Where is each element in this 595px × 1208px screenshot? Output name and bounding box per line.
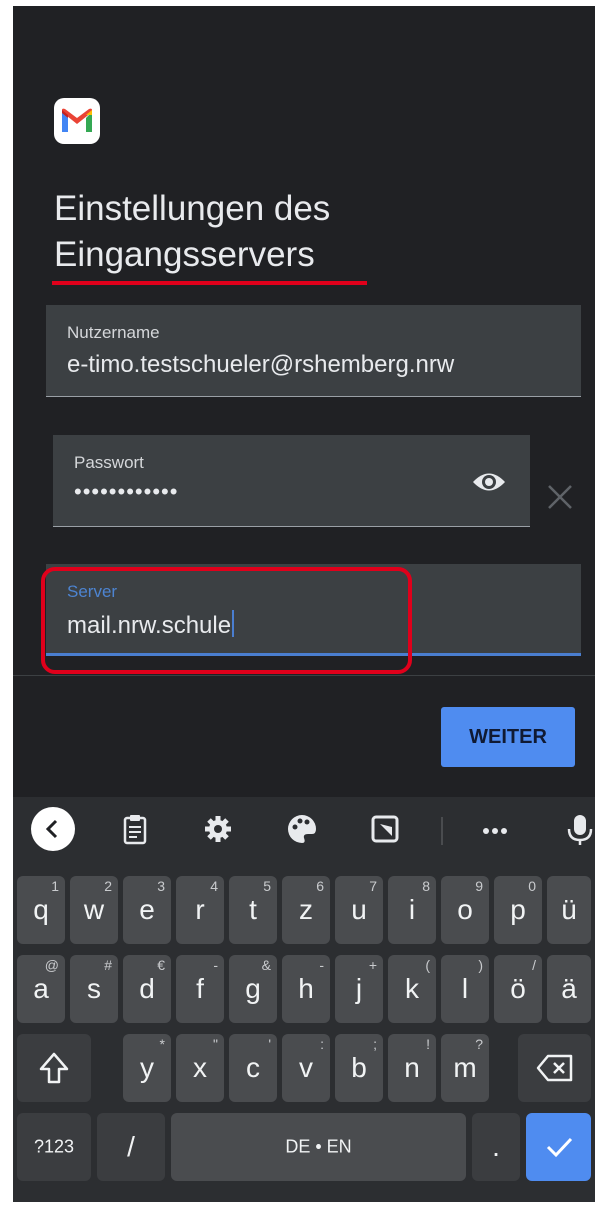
- key-u[interactable]: 7u: [335, 876, 383, 944]
- clear-close-icon[interactable]: [545, 482, 575, 517]
- checkmark-icon: [546, 1137, 573, 1158]
- key-x[interactable]: " x: [176, 1034, 224, 1102]
- next-button[interactable]: WEITER: [441, 707, 575, 767]
- key-v[interactable]: :v: [282, 1034, 330, 1102]
- page-title-line1: Einstellungen des: [54, 189, 331, 228]
- space-key[interactable]: DE • EN: [171, 1113, 466, 1181]
- back-arrow-icon[interactable]: [31, 807, 75, 851]
- page-title-line2: Eingangsservers: [54, 235, 315, 274]
- content-divider: [13, 675, 595, 676]
- key-i[interactable]: 8i: [388, 876, 436, 944]
- key-oe[interactable]: / ö: [494, 955, 542, 1023]
- key-a[interactable]: @ a: [17, 955, 65, 1023]
- key-d[interactable]: € d: [123, 955, 171, 1023]
- gmail-m-icon: [62, 108, 92, 132]
- key-p[interactable]: 0p: [494, 876, 542, 944]
- key-b[interactable]: ; b: [335, 1034, 383, 1102]
- backspace-key[interactable]: [518, 1034, 591, 1102]
- key-z[interactable]: 6z: [282, 876, 330, 944]
- key-t[interactable]: 5t: [229, 876, 277, 944]
- key-n[interactable]: ! n: [388, 1034, 436, 1102]
- key-o[interactable]: 9o: [441, 876, 489, 944]
- key-slash[interactable]: /: [97, 1113, 165, 1181]
- username-value[interactable]: e-timo.testschueler@rshemberg.nrw: [67, 351, 454, 379]
- more-icon[interactable]: [473, 807, 517, 851]
- enter-key[interactable]: [526, 1113, 591, 1181]
- username-label: Nutzername: [67, 323, 160, 342]
- backspace-icon: [536, 1054, 573, 1082]
- password-field[interactable]: Passwort ••••••••••••: [53, 435, 530, 527]
- key-ae[interactable]: ä: [547, 955, 591, 1023]
- key-period[interactable]: .: [472, 1113, 520, 1181]
- key-f[interactable]: -f: [176, 955, 224, 1023]
- show-password-eye-icon[interactable]: [471, 469, 507, 500]
- symbols-key[interactable]: ?123: [17, 1113, 91, 1181]
- username-underline: [46, 396, 581, 397]
- password-underline: [53, 526, 530, 527]
- key-j[interactable]: + j: [335, 955, 383, 1023]
- title-highlight-underline: [52, 281, 367, 285]
- shift-key[interactable]: [17, 1034, 91, 1102]
- key-r[interactable]: 4r: [176, 876, 224, 944]
- shift-arrow-icon: [39, 1052, 69, 1084]
- key-k[interactable]: (k: [388, 955, 436, 1023]
- username-field[interactable]: Nutzername e-timo.testschueler@rshemberg…: [46, 305, 581, 397]
- password-label: Passwort: [74, 453, 144, 472]
- password-value[interactable]: ••••••••••••: [74, 479, 178, 505]
- key-ue[interactable]: ü: [547, 876, 591, 944]
- key-m[interactable]: ? m: [441, 1034, 489, 1102]
- clipboard-icon[interactable]: [113, 807, 157, 851]
- key-w[interactable]: 2w: [70, 876, 118, 944]
- gmail-logo: [54, 98, 100, 144]
- key-y[interactable]: * y: [123, 1034, 171, 1102]
- soft-keyboard: 1q 2w 3e 4r 5t 6z 7u 8i 9o 0p ü @ a # s € d…: [13, 797, 595, 1202]
- key-c[interactable]: ' c: [229, 1034, 277, 1102]
- key-q[interactable]: 1q: [17, 876, 65, 944]
- toolbar-divider: [441, 817, 443, 845]
- gear-icon[interactable]: [196, 807, 240, 851]
- key-l[interactable]: ) l: [441, 955, 489, 1023]
- resize-keyboard-icon[interactable]: [363, 807, 407, 851]
- key-e[interactable]: 3e: [123, 876, 171, 944]
- key-s[interactable]: # s: [70, 955, 118, 1023]
- key-g[interactable]: & g: [229, 955, 277, 1023]
- server-highlight-box: [41, 567, 412, 674]
- key-h[interactable]: -h: [282, 955, 330, 1023]
- mic-icon[interactable]: [558, 807, 595, 851]
- palette-icon[interactable]: [280, 807, 324, 851]
- email-setup-screen: Einstellungen des Eingangsservers Nutzer…: [13, 6, 595, 1202]
